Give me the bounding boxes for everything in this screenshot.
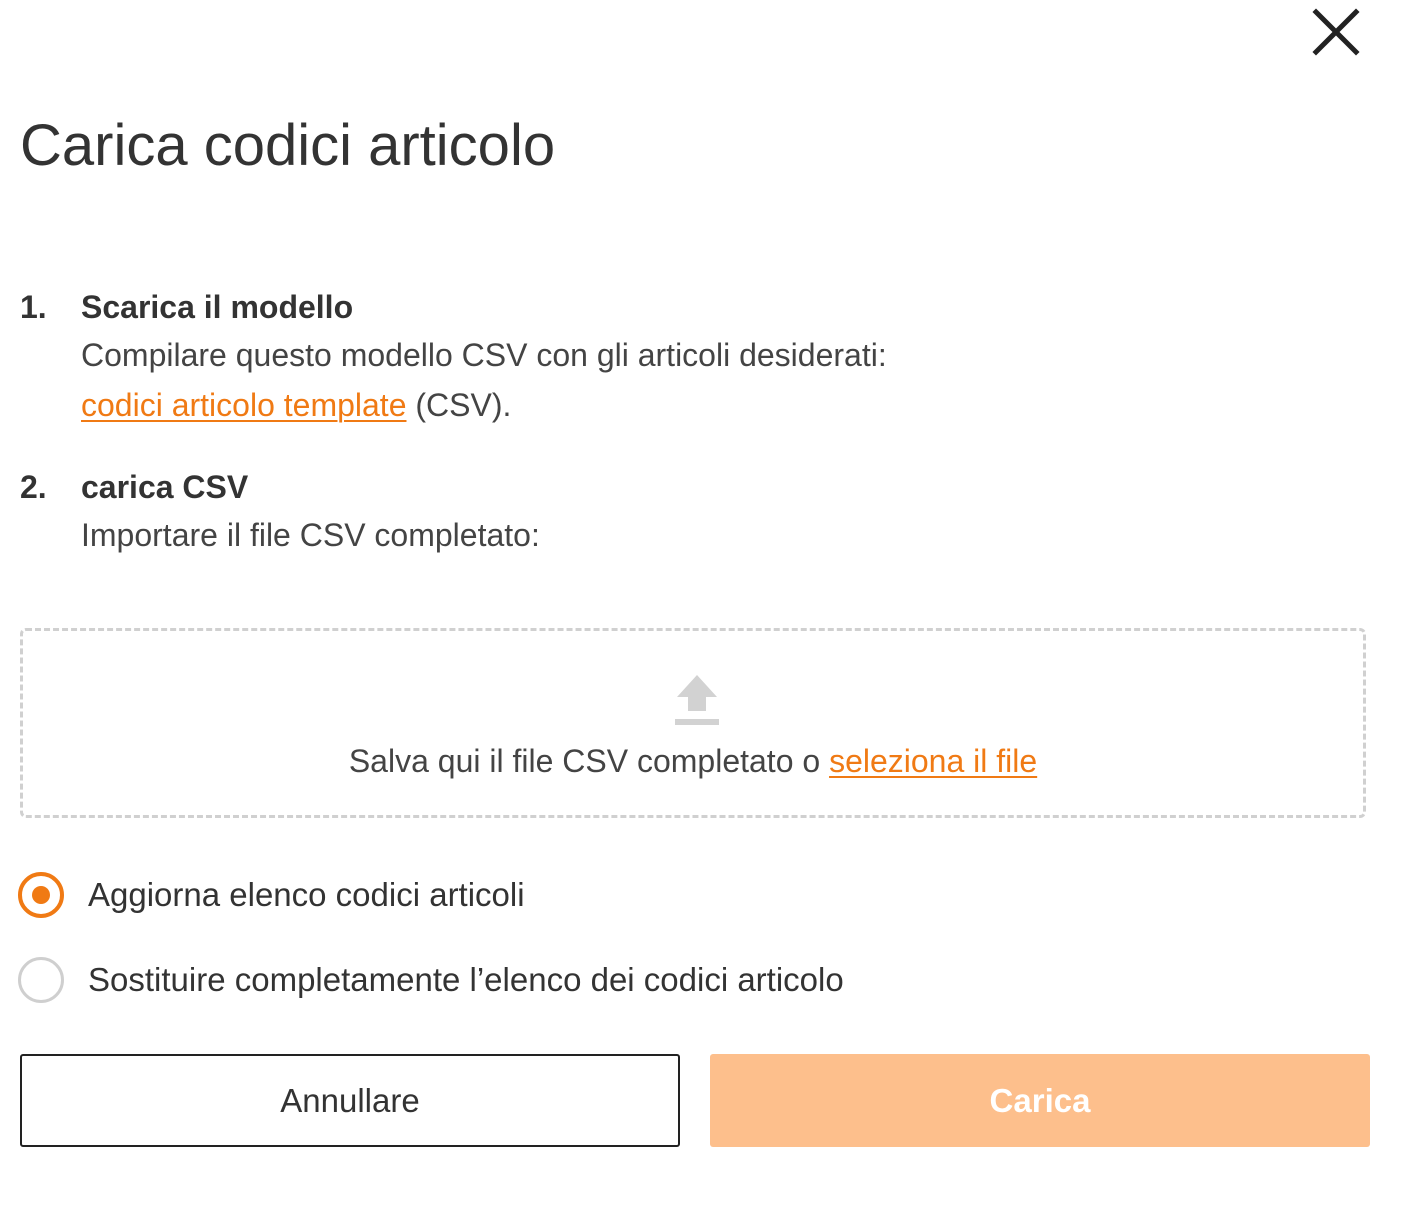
- step-number: 2.: [20, 469, 47, 505]
- upload-button[interactable]: Carica: [710, 1054, 1370, 1147]
- step-body: Scarica il modello Compilare questo mode…: [81, 287, 887, 430]
- step-description: Importare il file CSV completato:: [81, 517, 540, 553]
- dialog-title: Carica codici articolo: [20, 113, 556, 178]
- template-format-note: (CSV).: [406, 387, 512, 423]
- option-label: Sostituire completamente l’elenco dei co…: [88, 961, 844, 998]
- option-replace-list[interactable]: Sostituire completamente l’elenco dei co…: [18, 955, 844, 1005]
- step-body: carica CSV Importare il file CSV complet…: [81, 467, 540, 560]
- radio-update-list[interactable]: [18, 872, 64, 918]
- step-title: carica CSV: [81, 469, 249, 505]
- cancel-button[interactable]: Annullare: [20, 1054, 680, 1147]
- close-icon: [1312, 8, 1360, 56]
- option-update-list[interactable]: Aggiorna elenco codici articoli: [18, 870, 525, 920]
- select-file-link[interactable]: seleziona il file: [829, 743, 1037, 779]
- radio-replace-list[interactable]: [18, 957, 64, 1003]
- step-title: Scarica il modello: [81, 289, 354, 325]
- upload-icon: [675, 675, 719, 725]
- step-number: 1.: [20, 289, 47, 325]
- close-button[interactable]: [1310, 6, 1362, 58]
- dropzone-instruction: Salva qui il file CSV completato o selez…: [23, 743, 1363, 780]
- step-template-line: codici articolo template (CSV).: [81, 380, 887, 430]
- template-download-link[interactable]: codici articolo template: [81, 387, 406, 423]
- option-label: Aggiorna elenco codici articoli: [88, 876, 525, 913]
- step-description: Compilare questo modello CSV con gli art…: [81, 337, 887, 373]
- dropzone-text: Salva qui il file CSV completato o: [348, 743, 830, 779]
- file-dropzone[interactable]: Salva qui il file CSV completato o selez…: [20, 628, 1366, 818]
